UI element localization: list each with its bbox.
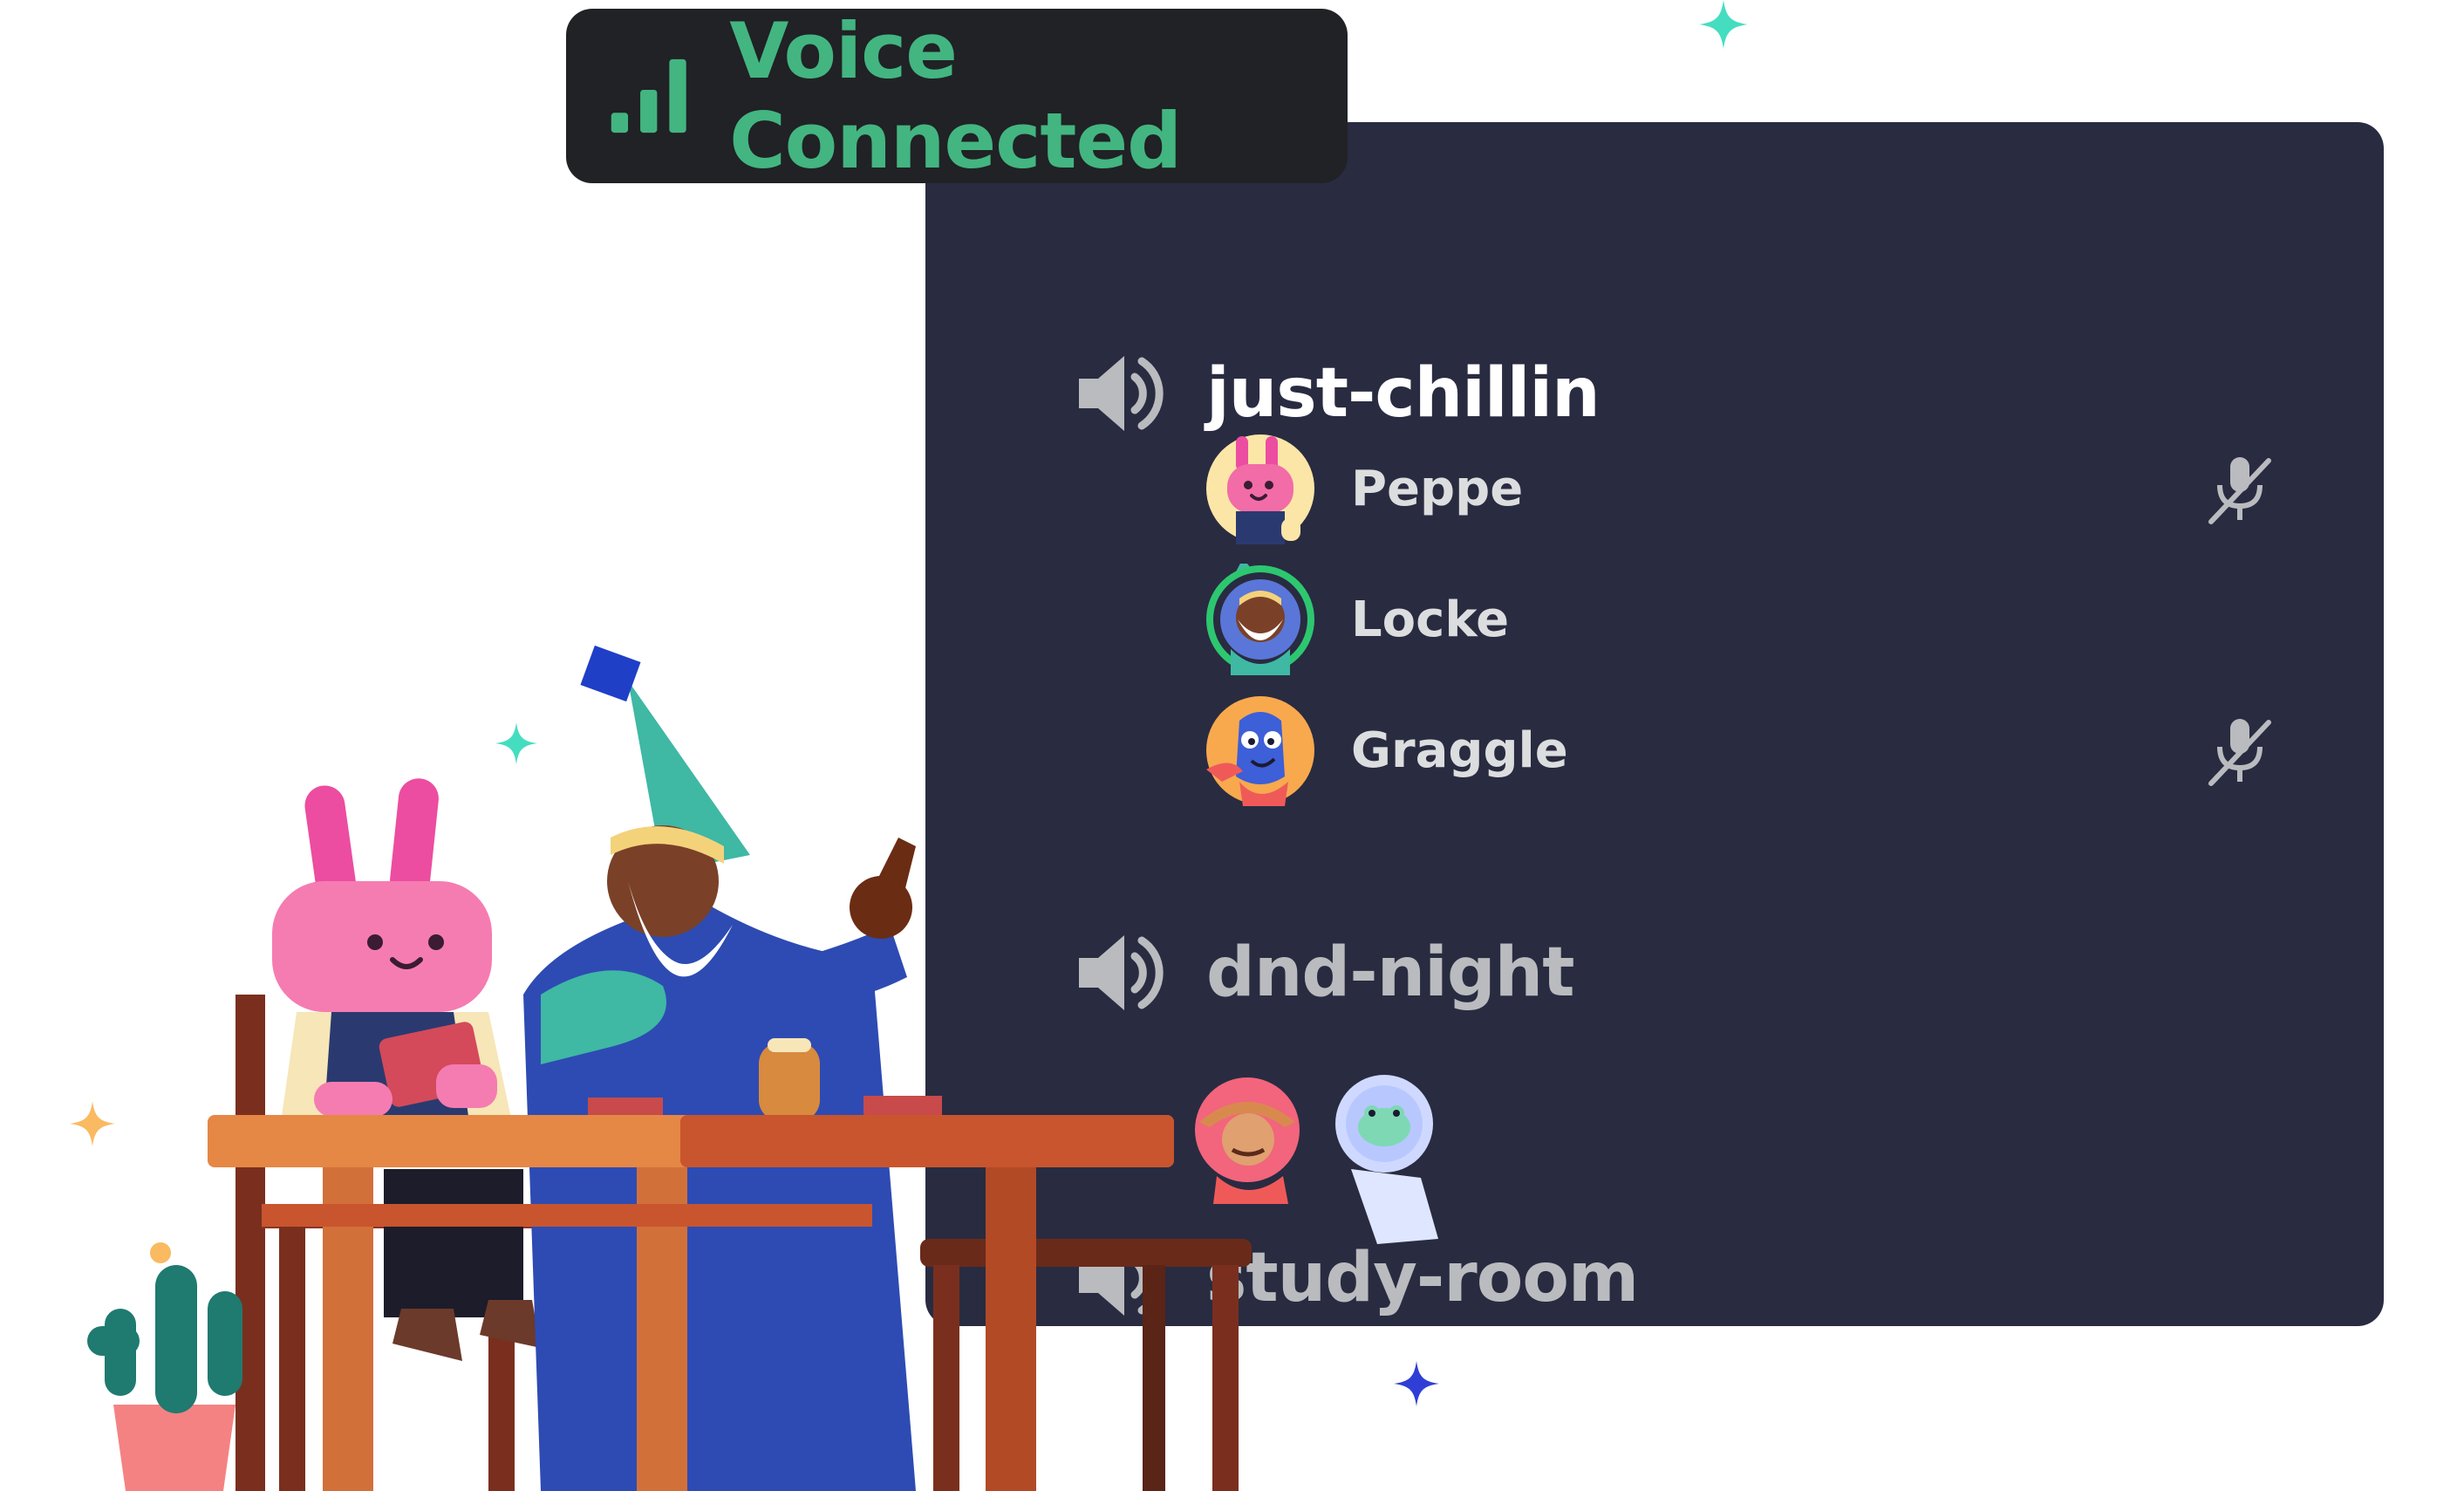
voice-member-graggle[interactable]: Graggle xyxy=(1205,689,2277,811)
speaker-icon xyxy=(1079,356,1164,431)
cactus-plant xyxy=(87,1242,242,1491)
signal-bars-icon xyxy=(611,58,686,133)
wizard-character xyxy=(523,645,916,1491)
voice-member-peppe[interactable]: Peppe xyxy=(1205,427,2277,550)
voice-connected-status[interactable]: Voice Connected xyxy=(566,6,1348,186)
sparkle-icon xyxy=(1394,1361,1439,1406)
speaker-icon xyxy=(1079,1241,1164,1316)
voice-member-locke[interactable]: Locke xyxy=(1205,558,2277,681)
channel-name: just-chillin xyxy=(1206,354,1601,433)
frog-astronaut-avatar[interactable] xyxy=(1325,1073,1456,1248)
muted-microphone-icon xyxy=(2208,457,2271,524)
channel-study-room[interactable]: study-room xyxy=(1072,1230,1639,1326)
bunny-character xyxy=(272,778,541,1361)
sparkle-icon xyxy=(1699,0,1748,49)
voice-status-label: Voice Connected xyxy=(729,6,1182,186)
member-name: Peppe xyxy=(1351,460,1524,517)
muted-microphone-icon xyxy=(2208,719,2271,786)
card-stack xyxy=(588,1098,663,1118)
channel-name: study-room xyxy=(1206,1239,1639,1317)
sparkle-icon xyxy=(70,1101,115,1146)
sparkle-icon xyxy=(495,722,537,764)
channel-dnd-night[interactable]: dnd-night xyxy=(1072,925,1574,1021)
channel-name: dnd-night xyxy=(1206,934,1574,1012)
voice-channel-panel: just-chillin Peppe Locke Graggle dnd-nig… xyxy=(925,122,2384,1326)
wizard-avatar xyxy=(1206,564,1314,675)
bearded-hat-avatar[interactable] xyxy=(1191,1073,1304,1221)
member-name: Locke xyxy=(1351,591,1510,648)
bunny-avatar xyxy=(1206,434,1314,544)
blue-creature-avatar xyxy=(1206,696,1314,806)
member-name: Graggle xyxy=(1351,722,1568,779)
speaker-icon xyxy=(1079,935,1164,1010)
left-chair xyxy=(235,995,541,1491)
